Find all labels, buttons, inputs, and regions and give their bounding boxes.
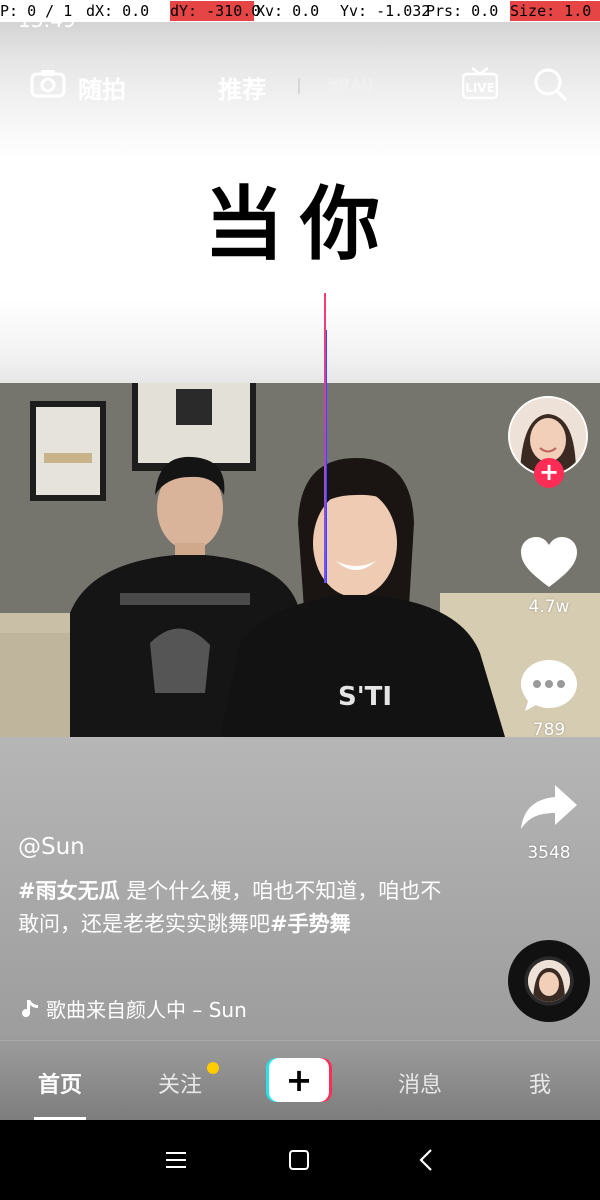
camera-label[interactable]: 随拍 — [78, 70, 126, 105]
svg-text:S'TI: S'TI — [338, 682, 392, 712]
music-info[interactable]: 歌曲来自颜人中 – Sun — [18, 994, 247, 1023]
debug-size: Size: 1.0 — [510, 1, 600, 21]
debug-prs: Prs: 0.0 — [426, 2, 499, 20]
plus-icon[interactable]: + — [269, 1058, 329, 1102]
debug-pointer: P: 0 / 1 — [0, 2, 73, 20]
music-title: 歌曲来自颜人中 – Sun — [46, 998, 247, 1022]
camera-icon[interactable] — [30, 68, 66, 98]
disc-avatar-image — [528, 960, 570, 1002]
tab-city[interactable]: 郑州 — [326, 70, 374, 105]
nav-divider — [298, 78, 300, 94]
post-description: #雨女无瓜 是个什么梗，咱也不知道，咱也不敢问，还是老老实实跳舞吧#手势舞 — [18, 875, 458, 941]
comment-icon[interactable] — [519, 658, 579, 714]
video-caption: 当你 — [204, 178, 396, 271]
like-count: 4.7w — [528, 597, 570, 617]
debug-dy: dY: -310.0 — [170, 1, 261, 21]
feed-screen: 13:49 随拍 推荐 郑州 LIVE 当你 — [0, 0, 600, 1120]
create-button[interactable]: + — [266, 1058, 332, 1102]
debug-dx: dX: 0.0 — [86, 2, 150, 20]
like-action[interactable]: 4.7w — [510, 535, 588, 617]
tab-me[interactable]: 我 — [500, 1067, 580, 1099]
top-nav: 随拍 推荐 郑州 LIVE — [0, 60, 600, 110]
back-icon[interactable] — [416, 1148, 436, 1172]
follow-button[interactable]: + — [534, 458, 564, 488]
svg-text:LIVE: LIVE — [465, 81, 495, 95]
comment-count: 789 — [532, 720, 566, 740]
system-nav-bar — [0, 1120, 600, 1200]
debug-touch-trace-blue — [326, 330, 327, 583]
debug-xv: Xv: 0.0 — [256, 2, 320, 20]
post-username[interactable]: @Sun — [18, 834, 85, 860]
pointer-debug-bar: P: 0 / 1 dX: 0.0 dY: -310.0 Xv: 0.0 Yv: … — [0, 0, 600, 22]
tab-bar: 首页 关注 + 消息 我 — [0, 1040, 600, 1120]
share-action[interactable]: 3548 — [510, 781, 588, 863]
music-note-icon — [22, 999, 38, 1017]
tab-messages[interactable]: 消息 — [380, 1067, 460, 1099]
hashtag-link-2[interactable]: #手势舞 — [270, 912, 351, 936]
disc-avatar — [528, 960, 570, 1002]
share-count: 3548 — [527, 843, 571, 863]
follow-notification-dot — [207, 1062, 219, 1074]
search-icon[interactable] — [532, 66, 568, 102]
share-icon[interactable] — [519, 781, 579, 837]
menu-icon[interactable] — [164, 1150, 188, 1170]
debug-yv: Yv: -1.032 — [340, 2, 431, 20]
home-square-icon[interactable] — [288, 1149, 310, 1171]
live-icon[interactable]: LIVE — [462, 66, 498, 100]
creator-avatar[interactable]: + — [508, 396, 588, 488]
tab-home[interactable]: 首页 — [20, 1067, 100, 1099]
heart-icon[interactable] — [519, 535, 579, 591]
tab-recommend[interactable]: 推荐 — [218, 70, 266, 105]
hashtag-link[interactable]: #雨女无瓜 — [18, 879, 120, 903]
comment-action[interactable]: 789 — [510, 658, 588, 740]
music-disc[interactable] — [508, 940, 590, 1022]
